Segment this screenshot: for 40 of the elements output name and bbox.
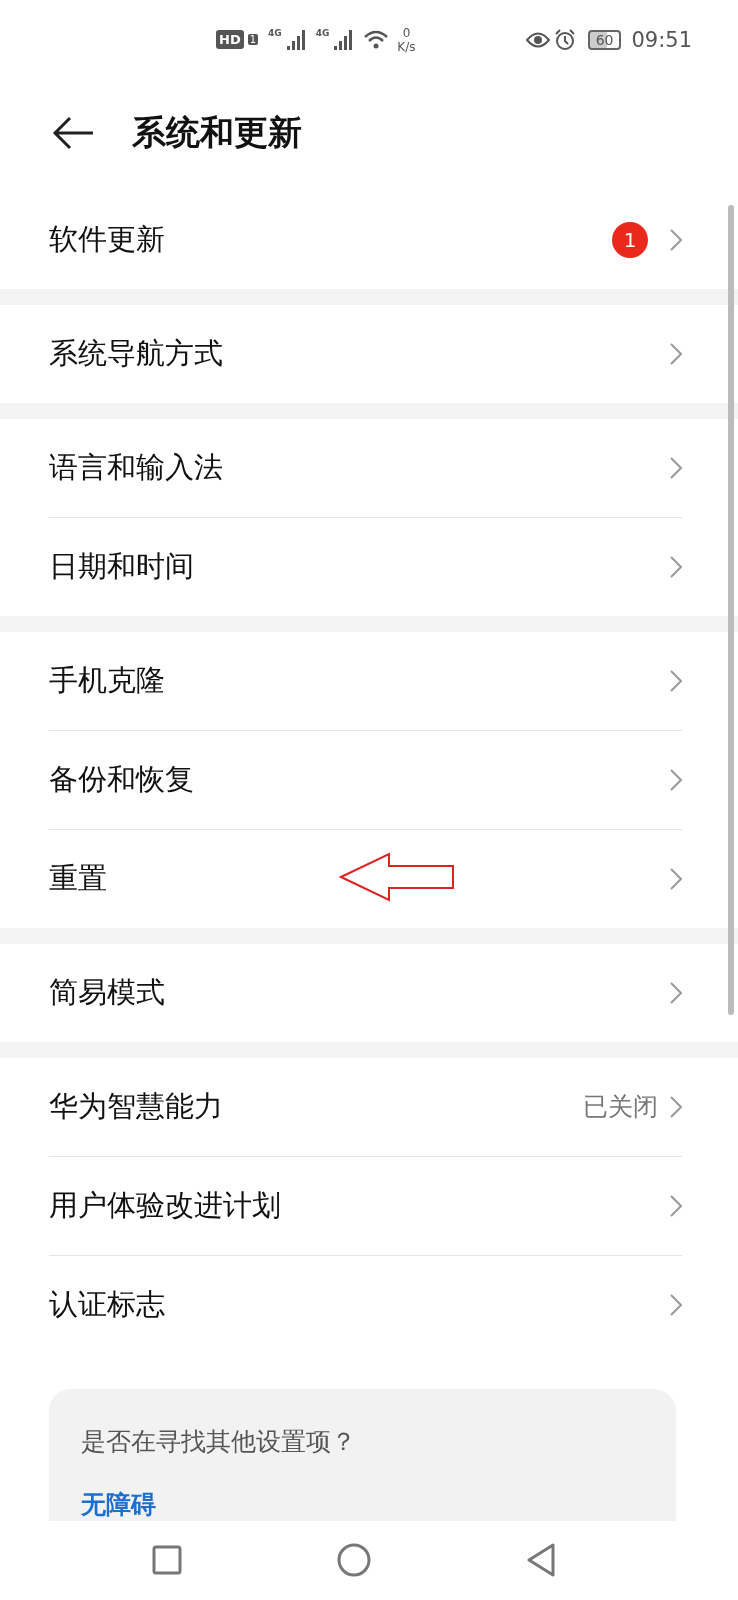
chevron-icon bbox=[670, 1194, 682, 1217]
chevron-icon bbox=[670, 867, 682, 890]
battery-level: 60 bbox=[587, 29, 622, 50]
eye-icon bbox=[525, 31, 550, 48]
chevron-icon bbox=[670, 1293, 682, 1316]
speed-value: 0 bbox=[402, 25, 411, 40]
suggestion-question: 是否在寻找其他设置项？ bbox=[81, 1425, 357, 1458]
chevron-icon bbox=[670, 1095, 682, 1118]
signal-icon bbox=[285, 28, 308, 51]
accessibility-link[interactable]: 无障碍 bbox=[81, 1487, 156, 1521]
settings-item[interactable]: 华为智慧能力 已关闭 bbox=[49, 1057, 682, 1157]
settings-item[interactable]: 重置 bbox=[49, 829, 682, 928]
page-title: 系统和更新 bbox=[132, 111, 302, 154]
back-icon[interactable] bbox=[52, 116, 94, 150]
recents-icon[interactable] bbox=[152, 1545, 183, 1576]
settings-item[interactable]: 日期和时间 bbox=[49, 517, 682, 616]
wifi-icon bbox=[363, 28, 390, 51]
settings-item[interactable]: 语言和输入法 bbox=[49, 418, 682, 518]
hd-indicator: HD bbox=[216, 30, 244, 50]
chevron-icon bbox=[670, 768, 682, 791]
sim-indicator: 1 bbox=[247, 34, 259, 46]
network-type: 4G bbox=[268, 28, 282, 38]
update-badge: 1 bbox=[612, 221, 648, 258]
settings-item[interactable]: 认证标志 bbox=[49, 1255, 682, 1354]
status-value: 已关闭 bbox=[583, 1091, 658, 1124]
settings-item[interactable]: 手机克隆 bbox=[49, 631, 682, 731]
chevron-icon bbox=[670, 981, 682, 1004]
home-icon[interactable] bbox=[337, 1543, 371, 1578]
network-type: 4G bbox=[315, 28, 330, 38]
chevron-icon bbox=[670, 228, 682, 251]
chevron-icon bbox=[670, 456, 682, 479]
clock: 09:51 bbox=[631, 27, 692, 52]
chevron-icon bbox=[670, 342, 682, 365]
back-nav-icon[interactable] bbox=[525, 1543, 556, 1578]
settings-item[interactable]: 用户体验改进计划 bbox=[49, 1156, 682, 1256]
chevron-icon bbox=[670, 669, 682, 692]
chevron-icon bbox=[670, 555, 682, 578]
alarm-icon bbox=[553, 28, 576, 51]
settings-item[interactable]: 备份和恢复 bbox=[49, 730, 682, 830]
speed-unit: K/s bbox=[397, 39, 416, 54]
